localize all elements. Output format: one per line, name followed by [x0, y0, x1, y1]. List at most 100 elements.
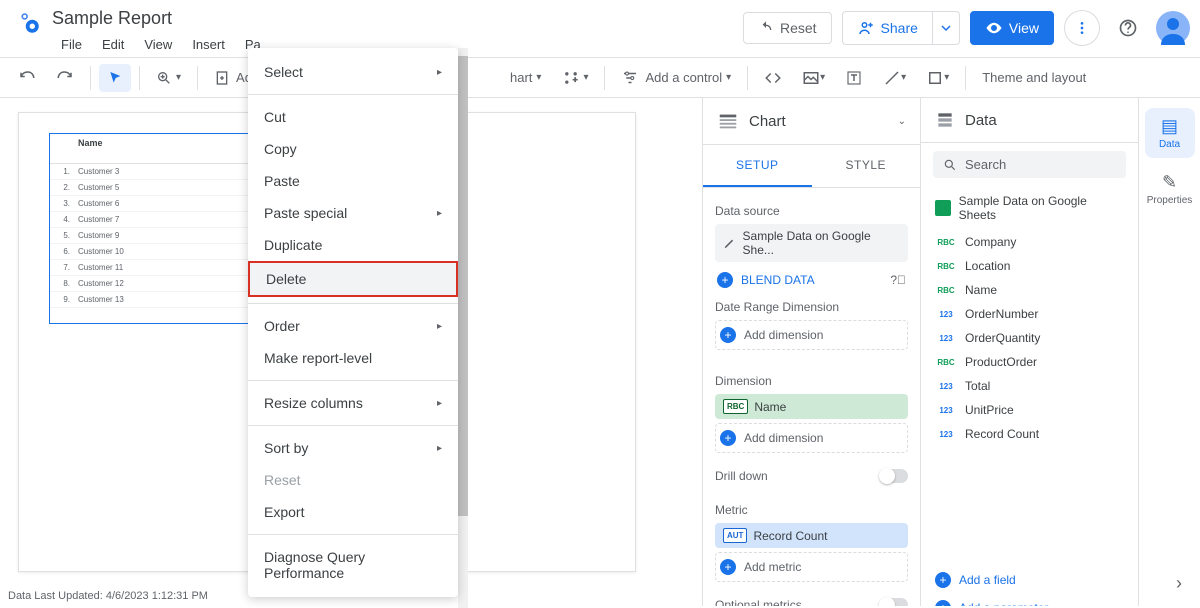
- plus-icon: +: [935, 572, 951, 588]
- data-source-row[interactable]: Sample Data on Google Sheets: [933, 186, 1126, 230]
- metric-chip[interactable]: AUT Record Count: [715, 523, 908, 548]
- cursor-icon: [107, 70, 123, 86]
- chevron-down-icon[interactable]: ⌄: [898, 116, 906, 127]
- shape-button[interactable]: ▾: [918, 63, 957, 93]
- view-button[interactable]: View: [970, 11, 1054, 45]
- plus-icon: +: [717, 272, 733, 288]
- chevron-down-icon: [941, 23, 951, 33]
- data-source-chip[interactable]: Sample Data on Google She...: [715, 224, 908, 262]
- chart-tabs: SETUP STYLE: [703, 145, 920, 188]
- field-company[interactable]: RBCCompany: [933, 230, 1126, 254]
- ctx-paste[interactable]: Paste: [248, 165, 458, 197]
- menu-view[interactable]: View: [135, 33, 181, 56]
- zoom-tool[interactable]: ▾: [148, 64, 189, 92]
- data-source-label: Data source: [715, 204, 908, 218]
- community-viz-button[interactable]: ▾: [553, 62, 596, 94]
- field-total[interactable]: 123Total: [933, 374, 1126, 398]
- menu-file[interactable]: File: [52, 33, 91, 56]
- ctx-make-report-level[interactable]: Make report-level: [248, 342, 458, 374]
- search-icon: [943, 158, 957, 172]
- text-icon: [845, 69, 863, 87]
- shape-icon: [926, 69, 944, 87]
- reset-button[interactable]: Reset: [743, 12, 832, 44]
- zoom-icon: [156, 70, 172, 86]
- menu-edit[interactable]: Edit: [93, 33, 133, 56]
- add-date-dimension[interactable]: + Add dimension: [715, 320, 908, 350]
- add-control-button[interactable]: Add a control▾: [613, 63, 739, 93]
- embed-button[interactable]: [756, 63, 790, 93]
- ctx-duplicate[interactable]: Duplicate: [248, 229, 458, 261]
- ctx-copy[interactable]: Copy: [248, 133, 458, 165]
- field-productorder[interactable]: RBCProductOrder: [933, 350, 1126, 374]
- plus-icon: +: [935, 600, 951, 606]
- expand-rail-button[interactable]: ›: [1176, 573, 1182, 594]
- looker-studio-icon: [16, 10, 42, 36]
- plus-icon: +: [720, 327, 736, 343]
- context-scrollbar[interactable]: [458, 48, 468, 608]
- ctx-paste-special[interactable]: Paste special▸: [248, 197, 458, 229]
- filter-icon: [621, 69, 639, 87]
- ctx-diagnose-query-performance[interactable]: Diagnose Query Performance: [248, 541, 458, 589]
- date-range-label: Date Range Dimension: [715, 300, 908, 314]
- undo-icon: [758, 20, 774, 36]
- code-icon: [764, 69, 782, 87]
- ctx-delete[interactable]: Delete: [248, 261, 458, 297]
- share-button[interactable]: Share: [842, 11, 933, 45]
- context-menu: Select▸ CutCopyPastePaste special▸Duplica…: [248, 48, 458, 597]
- ctx-resize-columns[interactable]: Resize columns▸: [248, 387, 458, 419]
- add-field-link[interactable]: + Add a field: [933, 566, 1126, 594]
- drill-down-toggle[interactable]: Drill down: [715, 461, 908, 491]
- doc-title[interactable]: Sample Report: [52, 6, 743, 31]
- select-tool[interactable]: [99, 64, 131, 92]
- toggle-switch[interactable]: [880, 469, 908, 483]
- redo-button[interactable]: [48, 63, 82, 93]
- header-actions: Reset Share View: [743, 6, 1190, 46]
- field-location[interactable]: RBCLocation: [933, 254, 1126, 278]
- field-orderquantity[interactable]: 123OrderQuantity: [933, 326, 1126, 350]
- ctx-cut[interactable]: Cut: [248, 101, 458, 133]
- line-button[interactable]: ▾: [875, 63, 914, 93]
- add-chart-button[interactable]: hart▾: [502, 64, 549, 91]
- search-input[interactable]: Search: [933, 151, 1126, 178]
- text-button[interactable]: [837, 63, 871, 93]
- toggle-switch[interactable]: [880, 598, 908, 606]
- more-options-button[interactable]: [1064, 10, 1100, 46]
- field-record count[interactable]: 123Record Count: [933, 422, 1126, 446]
- undo-button[interactable]: [10, 63, 44, 93]
- add-metric[interactable]: + Add metric: [715, 552, 908, 582]
- field-ordernumber[interactable]: 123OrderNumber: [933, 302, 1126, 326]
- menu-insert[interactable]: Insert: [183, 33, 234, 56]
- eye-icon: [985, 19, 1003, 37]
- chart-panel: Chart ⌄ SETUP STYLE Data source Sample D…: [702, 98, 920, 606]
- optional-metrics-toggle[interactable]: Optional metrics: [715, 590, 908, 606]
- right-rail: ▤ Data ✎ Properties: [1138, 98, 1200, 606]
- user-avatar[interactable]: [1156, 11, 1190, 45]
- share-dropdown[interactable]: [933, 11, 960, 45]
- chart-panel-title: Chart: [749, 113, 888, 130]
- field-unitprice[interactable]: 123UnitPrice: [933, 398, 1126, 422]
- field-name[interactable]: RBCName: [933, 278, 1126, 302]
- help-icon[interactable]: ?⃝: [890, 273, 906, 287]
- ctx-export[interactable]: Export: [248, 496, 458, 528]
- add-dimension[interactable]: + Add dimension: [715, 423, 908, 453]
- tab-style[interactable]: STYLE: [812, 145, 921, 187]
- help-button[interactable]: [1110, 10, 1146, 46]
- theme-button[interactable]: Theme and layout: [974, 64, 1094, 91]
- blend-data-link[interactable]: + BLEND DATA ?⃝: [715, 266, 908, 294]
- community-icon: [561, 68, 581, 88]
- table-icon: [717, 110, 739, 132]
- person-add-icon: [857, 19, 875, 37]
- tab-setup[interactable]: SETUP: [703, 145, 812, 187]
- rail-properties-button[interactable]: ✎ Properties: [1145, 164, 1195, 214]
- more-vert-icon: [1074, 20, 1090, 36]
- dimension-chip[interactable]: RBC Name: [715, 394, 908, 419]
- ctx-select[interactable]: Select▸: [248, 56, 458, 88]
- rail-data-button[interactable]: ▤ Data: [1145, 108, 1195, 158]
- image-icon: [802, 69, 820, 87]
- ctx-order[interactable]: Order▸: [248, 310, 458, 342]
- image-button[interactable]: ▾: [794, 63, 833, 93]
- add-parameter-link[interactable]: + Add a parameter: [933, 594, 1126, 606]
- ctx-sort-by[interactable]: Sort by▸: [248, 432, 458, 464]
- status-bar: Data Last Updated: 4/6/2023 1:12:31 PM: [8, 590, 208, 602]
- data-panel: Data Search Sample Data on Google Sheets…: [920, 98, 1138, 606]
